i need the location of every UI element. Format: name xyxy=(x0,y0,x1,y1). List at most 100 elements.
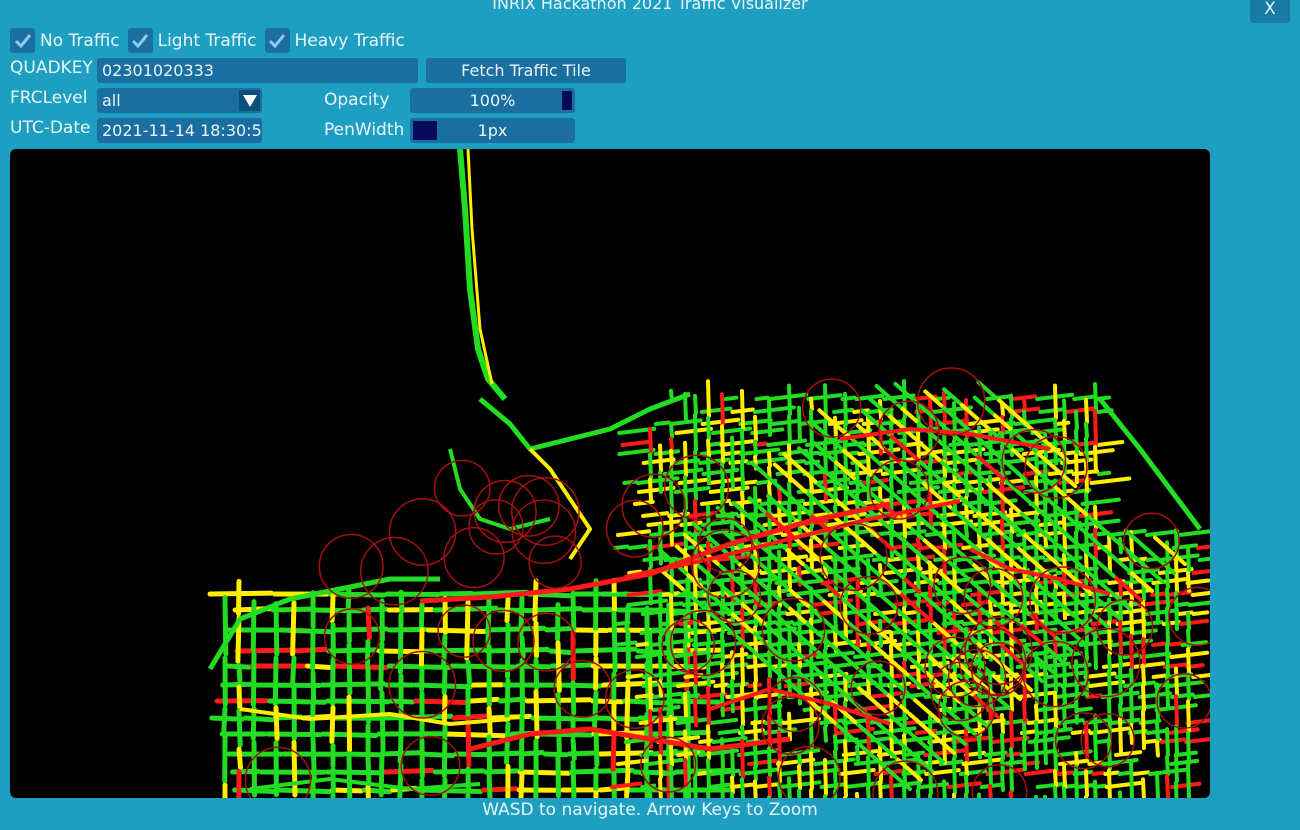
road-segment xyxy=(1104,780,1145,789)
road-segment xyxy=(988,784,993,798)
road-segment xyxy=(916,569,921,603)
road-segment xyxy=(866,676,871,697)
road-segment xyxy=(916,788,921,798)
road-segment xyxy=(332,663,389,671)
road-segment xyxy=(378,751,385,798)
quadkey-label: QUADKEY xyxy=(10,58,93,78)
road-segment xyxy=(977,792,982,798)
road-segment xyxy=(1022,397,1027,412)
road-segment xyxy=(1093,634,1098,671)
road-segment xyxy=(740,647,745,688)
road-segment xyxy=(250,599,257,653)
road-segment xyxy=(1119,704,1157,712)
checkbox-no-traffic[interactable] xyxy=(10,28,35,53)
road-segment xyxy=(843,760,848,798)
road-segment xyxy=(861,559,881,577)
road-segment xyxy=(889,774,894,798)
road-segment xyxy=(1074,596,1079,632)
incident-ring xyxy=(964,616,1033,686)
road-segment xyxy=(753,681,758,701)
road-segment xyxy=(312,607,363,614)
road-segment xyxy=(1009,532,1014,563)
road-segment xyxy=(916,536,921,554)
road-segment xyxy=(693,774,698,798)
road-segment xyxy=(1043,429,1048,460)
road-segment xyxy=(1165,587,1170,609)
road-segment xyxy=(1034,794,1039,798)
road-segment xyxy=(648,650,653,679)
road-segment xyxy=(267,698,328,705)
road-segment xyxy=(441,667,448,696)
road-segment xyxy=(964,760,969,777)
close-button[interactable]: X xyxy=(1250,0,1290,23)
road-segment xyxy=(753,414,758,442)
road-segment xyxy=(706,415,711,441)
road-segment xyxy=(902,484,907,506)
road-segment xyxy=(767,398,772,437)
road-segment xyxy=(823,757,828,797)
road-segment xyxy=(693,650,698,687)
road-segment xyxy=(593,790,599,798)
penwidth-slider-fill[interactable] xyxy=(413,121,437,140)
road-segment xyxy=(274,787,333,795)
penwidth-slider[interactable]: 1px xyxy=(410,118,575,143)
frc-level-dropdown[interactable]: all xyxy=(97,88,262,113)
fetch-traffic-tile-button[interactable]: Fetch Traffic Tile xyxy=(426,58,626,83)
road-segment xyxy=(855,791,860,798)
opacity-slider-handle[interactable] xyxy=(562,91,572,110)
road-segment xyxy=(397,733,404,765)
road-segment xyxy=(988,753,993,787)
road-segment xyxy=(878,578,883,594)
road-segment xyxy=(720,737,725,771)
road-segment xyxy=(669,448,674,468)
road-segment xyxy=(611,591,629,597)
road-segment xyxy=(570,737,577,761)
road-segment xyxy=(574,627,610,634)
checkbox-heavy-traffic[interactable] xyxy=(264,28,290,53)
road-segment xyxy=(504,677,511,723)
road-segment xyxy=(1141,709,1146,751)
opacity-slider[interactable]: 100% xyxy=(410,88,575,113)
road-segment xyxy=(1034,720,1039,739)
navigation-hint: WASD to navigate. Arrow Keys to Zoom xyxy=(482,800,818,820)
road-segment xyxy=(1084,551,1089,580)
road-segment xyxy=(1186,699,1191,733)
road-segment xyxy=(1165,643,1170,678)
incident-ring xyxy=(916,367,986,436)
road-segment xyxy=(234,647,294,654)
road-segment xyxy=(1165,774,1170,798)
road-segment xyxy=(1034,703,1039,723)
road-segment xyxy=(1053,523,1058,543)
road-segment xyxy=(1129,759,1134,798)
utc-date-input[interactable] xyxy=(97,118,262,143)
road-segment xyxy=(1174,780,1179,798)
road-segment xyxy=(1190,590,1210,597)
road-segment xyxy=(1053,785,1058,798)
road-segment xyxy=(1022,699,1027,725)
road-segment xyxy=(504,721,511,765)
traffic-map xyxy=(207,149,1210,798)
filter-no-traffic[interactable]: No Traffic xyxy=(10,28,120,53)
road-segment xyxy=(988,719,993,756)
road-segment xyxy=(740,388,745,431)
traffic-map-canvas[interactable] xyxy=(10,149,1210,798)
road-segment xyxy=(1186,730,1191,766)
road-segment xyxy=(961,757,1003,766)
road-segment xyxy=(977,734,982,760)
road-segment xyxy=(1186,628,1191,650)
filter-heavy-traffic[interactable]: Heavy Traffic xyxy=(264,28,405,53)
road-segment xyxy=(1093,559,1098,580)
road-segment xyxy=(823,794,828,798)
road-segment xyxy=(1144,608,1180,616)
chevron-down-icon[interactable] xyxy=(239,90,260,111)
road-segment xyxy=(843,470,848,502)
road-segment xyxy=(717,728,740,735)
road-segment xyxy=(1000,712,1005,735)
road-segment xyxy=(866,755,871,788)
filter-light-traffic[interactable]: Light Traffic xyxy=(127,28,257,53)
quadkey-input[interactable] xyxy=(97,58,418,83)
road-segment xyxy=(797,764,802,791)
road-segment xyxy=(1023,768,1060,776)
checkbox-light-traffic[interactable] xyxy=(127,28,153,53)
road-segment xyxy=(464,599,471,661)
